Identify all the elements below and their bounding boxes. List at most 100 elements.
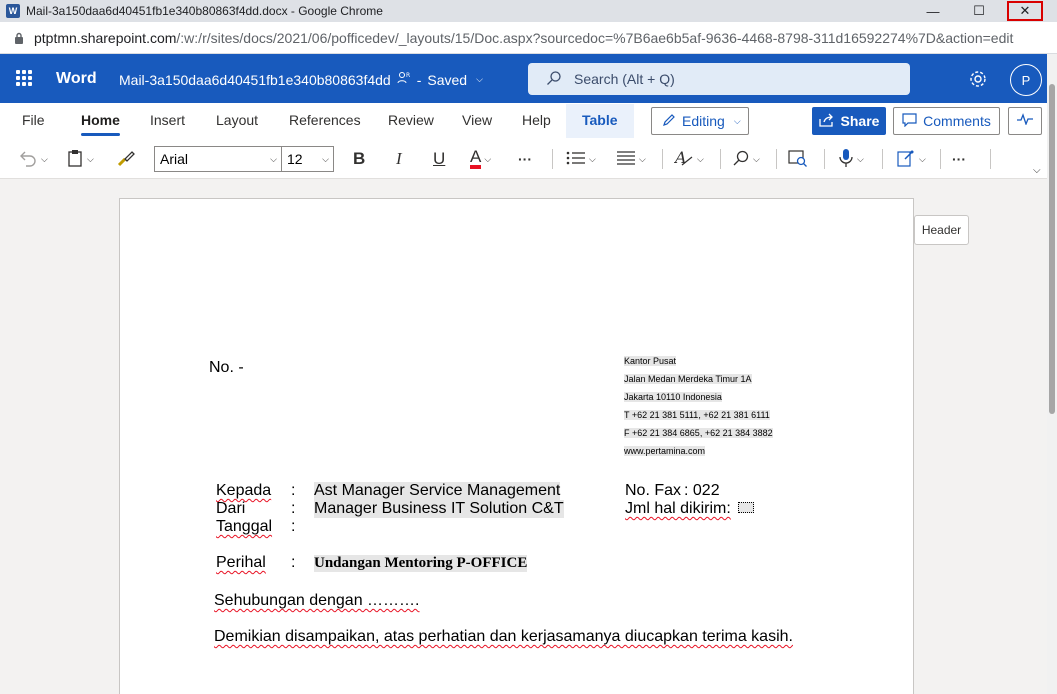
ribbon-toolbar: ⌵ ⌵ Arial ⌵ 12 ⌵ B I U A ⌵ ··· ⌵ ⌵ A ⌵ ⌵… [0, 139, 1057, 179]
save-status[interactable]: Saved [427, 72, 467, 88]
styles-button[interactable]: A ⌵ [673, 148, 704, 169]
editing-mode-button[interactable]: Editing ⌵ [651, 107, 749, 135]
editor-button[interactable] [788, 149, 808, 169]
tab-references[interactable]: References [289, 112, 361, 128]
app-launcher-icon[interactable] [16, 70, 32, 86]
address-line: Kantor Pusat [624, 356, 677, 366]
tab-help[interactable]: Help [522, 112, 551, 128]
share-button[interactable]: Share [812, 107, 886, 135]
svg-text:A: A [674, 149, 687, 167]
bullets-button[interactable]: ⌵ [566, 149, 596, 169]
comment-icon [902, 112, 917, 130]
find-button[interactable]: ⌵ [732, 149, 760, 169]
close-button[interactable]: ✕ [1007, 1, 1043, 21]
designer-button[interactable]: ⌵ [896, 149, 926, 169]
tab-review[interactable]: Review [388, 112, 434, 128]
align-icon [616, 150, 636, 169]
vertical-scrollbar[interactable] [1047, 54, 1057, 694]
tab-table[interactable]: Table [566, 104, 634, 138]
gear-icon[interactable] [968, 69, 988, 89]
format-painter-button[interactable] [116, 149, 136, 169]
window-title: Mail-3a150daa6d40451fb1e340b80863f4dd.do… [26, 4, 383, 18]
underline-button[interactable]: U [433, 149, 445, 169]
scrollbar-thumb[interactable] [1049, 84, 1055, 414]
maximize-icon: ☐ [973, 3, 985, 18]
chevron-down-icon: ⌵ [919, 153, 926, 164]
colon: : [291, 554, 296, 571]
tanggal-label: Tanggal [216, 518, 273, 535]
undo-icon [18, 149, 38, 170]
font-name-select[interactable]: Arial ⌵ [154, 146, 282, 172]
toolbar-divider [824, 149, 825, 169]
close-icon: ✕ [1019, 3, 1031, 18]
document-title[interactable]: Mail-3a150daa6d40451fb1e340b80863f4dd R … [119, 71, 483, 88]
body-line-2: Demikian disampaikan, atas perhatian dan… [214, 628, 793, 645]
chevron-down-icon[interactable]: ⌵ [1033, 165, 1041, 176]
maximize-button[interactable]: ☐ [959, 0, 999, 22]
align-button[interactable]: ⌵ [616, 149, 646, 169]
dictate-button[interactable]: ⌵ [838, 148, 864, 171]
avatar[interactable]: P [1010, 64, 1042, 96]
toolbar-divider [552, 149, 553, 169]
chevron-down-icon[interactable]: ⌵ [476, 74, 483, 85]
document-canvas: No. - Kantor Pusat Jalan Medan Merdeka T… [0, 179, 1047, 694]
perihal-label: Perihal [216, 554, 266, 571]
url-host: ptptmn.sharepoint.com [34, 29, 177, 46]
font-size-value: 12 [287, 151, 303, 167]
share-icon [818, 113, 835, 130]
url-text[interactable]: ptptmn.sharepoint.com/:w:/r/sites/docs/2… [34, 30, 1044, 46]
paintbrush-icon [116, 148, 136, 171]
word-doc-icon: W [6, 4, 20, 18]
doc-name[interactable]: Mail-3a150daa6d40451fb1e340b80863f4dd [119, 72, 391, 88]
pencil-icon [662, 113, 676, 130]
font-size-select[interactable]: 12 ⌵ [281, 146, 334, 172]
lock-icon[interactable] [12, 31, 26, 45]
page-count-field[interactable] [738, 502, 754, 513]
chevron-down-icon: ⌵ [322, 153, 329, 164]
tab-file[interactable]: File [22, 112, 45, 128]
dash-separator: - [416, 71, 422, 88]
document-page[interactable]: No. - Kantor Pusat Jalan Medan Merdeka T… [119, 198, 914, 694]
minimize-button[interactable]: — [913, 0, 953, 22]
chevron-down-icon: ⌵ [41, 153, 48, 164]
clipboard-icon [66, 148, 84, 171]
search-icon [546, 70, 562, 89]
tab-home[interactable]: Home [81, 112, 120, 136]
activity-button[interactable] [1008, 107, 1042, 135]
app-name[interactable]: Word [56, 70, 97, 88]
address-line: www.pertamina.com [624, 446, 706, 456]
undo-button[interactable]: ⌵ [18, 149, 48, 169]
minimize-icon: — [926, 3, 940, 19]
search-placeholder: Search (Alt + Q) [574, 71, 675, 87]
jml-label: Jml hal dikirim: [625, 500, 731, 517]
font-color-icon: A [470, 148, 482, 169]
browser-title-bar: W Mail-3a150daa6d40451fb1e340b80863f4dd.… [0, 0, 1057, 22]
tab-view[interactable]: View [462, 112, 492, 128]
font-color-button[interactable]: A ⌵ [470, 148, 492, 169]
designer-icon [896, 148, 916, 171]
address-line: Jalan Medan Merdeka Timur 1A [624, 374, 752, 384]
microphone-icon [838, 148, 854, 171]
italic-button[interactable]: I [396, 149, 402, 169]
chevron-down-icon: ⌵ [87, 153, 94, 164]
tab-layout[interactable]: Layout [216, 112, 258, 128]
bold-button[interactable]: B [353, 149, 365, 169]
address-line: Jakarta 10110 Indonesia [624, 392, 722, 402]
tab-insert[interactable]: Insert [150, 112, 185, 128]
search-input[interactable]: Search (Alt + Q) [528, 63, 910, 95]
activity-icon [1016, 112, 1034, 130]
more-options-button[interactable]: ··· [952, 149, 966, 169]
comments-button[interactable]: Comments [893, 107, 1000, 135]
paste-button[interactable]: ⌵ [66, 149, 94, 169]
address-bar[interactable]: ptptmn.sharepoint.com/:w:/r/sites/docs/2… [0, 22, 1057, 54]
toolbar-divider [940, 149, 941, 169]
header-tag[interactable]: Header [914, 215, 969, 245]
chevron-down-icon: ⌵ [857, 153, 864, 164]
chevron-down-icon: ⌵ [589, 153, 596, 164]
chevron-down-icon: ⌵ [733, 115, 741, 126]
toolbar-divider [662, 149, 663, 169]
chevron-down-icon: ⌵ [484, 153, 492, 164]
more-font-options-button[interactable]: ··· [518, 149, 532, 169]
colon: : [291, 518, 296, 535]
chevron-down-icon: ⌵ [639, 153, 646, 164]
